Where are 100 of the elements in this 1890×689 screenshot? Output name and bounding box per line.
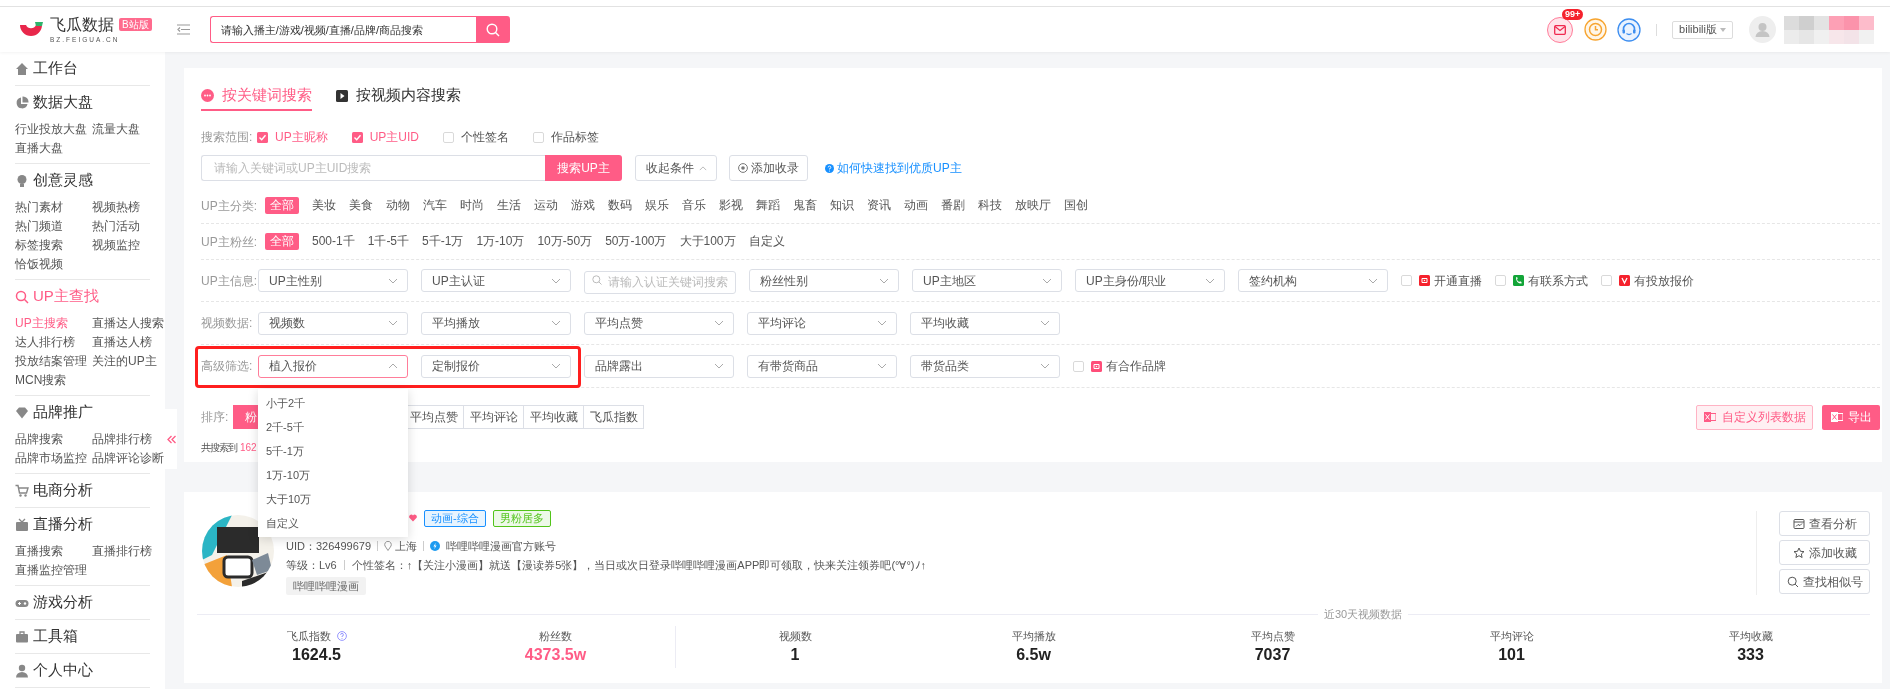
filter-chip[interactable]: 影视 <box>719 197 743 214</box>
filter-chip[interactable]: 动画 <box>904 197 928 214</box>
filter-chip[interactable]: 1千-5千 <box>367 233 410 250</box>
headset-icon[interactable] <box>1617 17 1642 42</box>
filter-chip[interactable]: 时尚 <box>460 197 484 214</box>
filter-chip[interactable]: 国创 <box>1064 197 1088 214</box>
select-dropdown[interactable]: 签约机构 <box>1238 269 1388 292</box>
filter-chip[interactable]: 1万-10万 <box>476 233 525 250</box>
sidebar-item[interactable]: 品牌评论诊断 <box>92 448 164 467</box>
select-dropdown[interactable]: 平均收藏 <box>910 311 1060 335</box>
filter-chip[interactable]: 娱乐 <box>645 197 669 214</box>
filter-chip[interactable]: 资讯 <box>867 197 891 214</box>
sidebar-item[interactable]: 标签搜索 <box>15 235 63 254</box>
filter-chip[interactable]: 5千-1万 <box>422 233 464 250</box>
filter-chip[interactable]: 50万-100万 <box>605 233 667 250</box>
filter-chip[interactable]: 生活 <box>497 197 521 214</box>
filter-chip[interactable]: 自定义 <box>748 233 785 250</box>
sidebar-section-title[interactable]: 创意灵感 <box>33 169 93 192</box>
select-dropdown[interactable]: 粉丝性别 <box>749 269 899 292</box>
sort-button[interactable]: 平均收藏 <box>523 405 584 429</box>
dropdown-option[interactable]: 大于10万 <box>266 491 312 508</box>
select-dropdown[interactable]: UP主身份/职业 <box>1075 269 1225 292</box>
sidebar-item[interactable]: 品牌市场监控 <box>15 448 87 467</box>
mail-button[interactable] <box>1547 16 1574 43</box>
checkbox[interactable] <box>1495 275 1506 286</box>
search-button[interactable] <box>475 16 510 43</box>
search-field[interactable]: 请输入认证关键词搜索 <box>584 270 736 294</box>
sidebar-section-title[interactable]: 工具箱 <box>33 625 78 648</box>
filter-chip[interactable]: 放映厅 <box>1015 197 1051 214</box>
sidebar-item[interactable]: MCN搜索 <box>15 370 67 389</box>
sidebar-item[interactable]: 达人排行榜 <box>15 332 75 351</box>
filter-chip[interactable]: 数码 <box>608 197 632 214</box>
menu-icon[interactable] <box>176 24 190 35</box>
sidebar-section-title[interactable]: 直播分析 <box>33 513 93 536</box>
sidebar-section-title[interactable]: 工作台 <box>33 57 78 80</box>
sidebar-item[interactable]: 热门频道 <box>15 216 63 235</box>
dropdown-option[interactable]: 小于2千 <box>266 395 306 412</box>
sidebar-item[interactable]: 直播排行榜 <box>92 541 152 560</box>
sidebar-section-title[interactable]: 品牌推广 <box>33 401 93 424</box>
checkbox-label[interactable]: 个性签名 <box>461 128 509 146</box>
filter-chip[interactable]: 音乐 <box>682 197 706 214</box>
checked-checkbox[interactable] <box>351 131 363 143</box>
card-action-button[interactable]: 查看分析 <box>1779 511 1870 536</box>
sidebar-item[interactable]: 直播达人榜 <box>92 332 152 351</box>
sidebar-item[interactable]: 投放结案管理 <box>15 351 87 370</box>
filter-chip[interactable]: 500-1千 <box>312 233 355 250</box>
filter-chip[interactable]: 科技 <box>978 197 1002 214</box>
select-dropdown[interactable]: 有带货商品 <box>747 354 897 378</box>
filter-chip[interactable]: 大于100万 <box>679 233 736 250</box>
select-dropdown[interactable]: 带货品类 <box>910 354 1060 378</box>
sidebar-item[interactable]: 流量大盘 <box>92 119 140 138</box>
sidebar-section-title[interactable]: 个人中心 <box>33 659 93 682</box>
select-dropdown[interactable]: 平均点赞 <box>584 311 734 335</box>
select-dropdown[interactable]: 植入报价 <box>258 354 408 378</box>
add-record-button[interactable]: 添加收录 <box>729 155 808 181</box>
search-tab[interactable]: 按视频内容搜索 <box>336 82 461 111</box>
clock-icon[interactable] <box>1584 18 1608 41</box>
checkbox[interactable] <box>1401 275 1412 286</box>
sidebar-item[interactable]: 直播搜索 <box>15 541 63 560</box>
filter-chip[interactable]: 美妆 <box>312 197 336 214</box>
checkbox[interactable] <box>1601 275 1612 286</box>
filter-chip[interactable]: 动物 <box>386 197 410 214</box>
sidebar-item[interactable]: 恰饭视频 <box>15 254 63 273</box>
dropdown-option[interactable]: 自定义 <box>266 515 299 532</box>
card-action-button[interactable]: 添加收藏 <box>1779 540 1870 565</box>
sidebar-section-title[interactable]: 电商分析 <box>33 479 93 502</box>
dropdown-option[interactable]: 1万-10万 <box>266 467 311 484</box>
sidebar-item[interactable]: 热门素材 <box>15 197 63 216</box>
checkbox[interactable] <box>1073 360 1084 372</box>
select-dropdown[interactable]: UP主地区 <box>912 269 1062 292</box>
collapse-handle[interactable] <box>165 409 177 469</box>
checkbox[interactable] <box>443 131 454 143</box>
dropdown-option[interactable]: 2千-5千 <box>266 419 304 436</box>
sidebar-item[interactable]: 视频热榜 <box>92 197 140 216</box>
checkbox-label[interactable]: 有合作品牌 <box>1106 357 1166 375</box>
select-dropdown[interactable]: 平均评论 <box>747 311 897 335</box>
sort-button[interactable]: 飞瓜指数 <box>583 405 644 429</box>
filter-chip[interactable]: 知识 <box>830 197 854 214</box>
filter-chip[interactable]: 鬼畜 <box>793 197 817 214</box>
checkbox-label[interactable]: 有联系方式 <box>1528 271 1588 290</box>
collapse-filters-button[interactable]: 收起条件 <box>635 155 717 181</box>
filter-chip[interactable]: 运动 <box>534 197 558 214</box>
sidebar-item[interactable]: 视频监控 <box>92 235 140 254</box>
sidebar-item[interactable]: 直播大盘 <box>15 138 63 157</box>
sidebar-item[interactable]: 热门活动 <box>92 216 140 235</box>
select-dropdown[interactable]: 定制报价 <box>421 354 571 378</box>
checked-checkbox[interactable] <box>257 131 268 143</box>
filter-chip[interactable]: 番剧 <box>941 197 965 214</box>
filter-chip[interactable]: 游戏 <box>571 197 595 214</box>
dropdown-option[interactable]: 5千-1万 <box>266 443 304 460</box>
filter-chip[interactable]: 10万-50万 <box>537 233 593 250</box>
sort-button[interactable]: 平均评论 <box>463 405 524 429</box>
checkbox[interactable] <box>533 131 544 143</box>
sidebar-item[interactable]: 直播监控管理 <box>15 560 87 579</box>
select-dropdown[interactable]: 品牌露出 <box>584 354 734 378</box>
global-search-field[interactable]: 请输入播主/游戏/视频/直播/品牌/商品搜索 <box>209 16 476 43</box>
select-dropdown[interactable]: UP主性别 <box>258 269 408 292</box>
sidebar-item[interactable]: 品牌排行榜 <box>92 429 152 448</box>
select-dropdown[interactable]: UP主认证 <box>421 269 571 292</box>
card-action-button[interactable]: 查找相似号 <box>1779 569 1870 594</box>
